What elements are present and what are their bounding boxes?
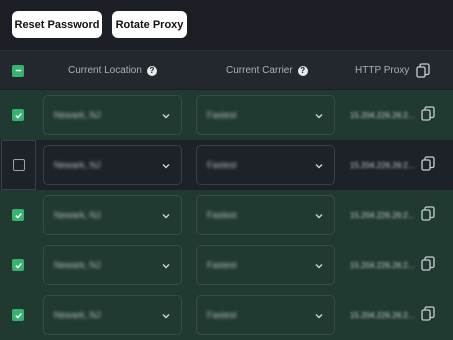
proxy-value: 15.204.226.26:2...: [350, 310, 415, 320]
chevron-down-icon: [162, 164, 170, 169]
rotate-proxy-button[interactable]: Rotate Proxy: [112, 11, 187, 38]
chevron-down-icon: [315, 264, 323, 269]
carrier-dropdown[interactable]: Fastest: [196, 95, 335, 135]
location-dropdown[interactable]: Newark, NJ: [43, 245, 182, 285]
carrier-value: Fastest: [207, 210, 237, 220]
question-icon[interactable]: ?: [297, 65, 308, 76]
chevron-down-icon: [315, 214, 323, 219]
table-row: Newark, NJ Fastest 15.204.226.26:2...: [0, 190, 453, 240]
header-location: Current Location ?: [68, 51, 157, 90]
header-proxy: HTTP Proxy: [355, 51, 409, 90]
proxy-value: 15.204.226.26:2...: [350, 160, 415, 170]
question-icon[interactable]: ?: [146, 65, 157, 76]
check-icon: [14, 212, 22, 219]
copy-icon[interactable]: [421, 156, 435, 172]
row-checkbox[interactable]: [12, 109, 24, 121]
carrier-value: Fastest: [207, 110, 237, 120]
row-checkbox[interactable]: [12, 309, 24, 321]
check-icon: [14, 312, 22, 319]
chevron-down-icon: [315, 164, 323, 169]
proxy-value: 15.204.226.26:2...: [350, 110, 415, 120]
location-dropdown[interactable]: Newark, NJ: [43, 295, 182, 335]
carrier-value: Fastest: [207, 160, 237, 170]
carrier-value: Fastest: [207, 310, 237, 320]
carrier-dropdown[interactable]: Fastest: [196, 295, 335, 335]
header-location-label: Current Location: [68, 65, 142, 76]
proxy-value: 15.204.226.26:2...: [350, 210, 415, 220]
row-checkbox[interactable]: [12, 209, 24, 221]
proxy-cell: 15.204.226.26:2...: [350, 190, 415, 240]
row-checkbox[interactable]: [12, 159, 25, 171]
row-select-cell: [0, 240, 36, 290]
minus-icon: [15, 69, 21, 72]
location-value: Newark, NJ: [54, 210, 101, 220]
table-row: Newark, NJ Fastest 15.204.226.26:2...: [0, 140, 453, 190]
location-dropdown[interactable]: Newark, NJ: [43, 195, 182, 235]
table-row: Newark, NJ Fastest 15.204.226.26:2...: [0, 290, 453, 340]
proxy-cell: 15.204.226.26:2...: [350, 90, 415, 140]
copy-icon[interactable]: [421, 206, 435, 222]
location-value: Newark, NJ: [54, 260, 101, 270]
copy-icon[interactable]: [421, 306, 435, 322]
location-dropdown[interactable]: Newark, NJ: [43, 95, 182, 135]
location-value: Newark, NJ: [54, 310, 101, 320]
table-row: Newark, NJ Fastest 15.204.226.26:2...: [0, 240, 453, 290]
proxy-value: 15.204.226.26:2...: [350, 260, 415, 270]
chevron-down-icon: [162, 114, 170, 119]
chevron-down-icon: [315, 314, 323, 319]
carrier-dropdown[interactable]: Fastest: [196, 195, 335, 235]
chevron-down-icon: [162, 314, 170, 319]
carrier-dropdown[interactable]: Fastest: [196, 145, 335, 185]
select-all-cell: [12, 51, 24, 90]
proxy-cell: 15.204.226.26:2...: [350, 290, 415, 340]
row-select-cell: [0, 90, 36, 140]
header-carrier-label: Current Carrier: [226, 65, 293, 76]
check-icon: [14, 112, 22, 119]
copy-icon[interactable]: [421, 256, 435, 272]
row-checkbox[interactable]: [12, 259, 24, 271]
location-dropdown[interactable]: Newark, NJ: [43, 145, 182, 185]
carrier-dropdown[interactable]: Fastest: [196, 245, 335, 285]
chevron-down-icon: [162, 264, 170, 269]
toolbar: Reset Password Rotate Proxy: [0, 0, 453, 50]
check-icon: [14, 262, 22, 269]
proxy-cell: 15.204.226.26:2...: [350, 240, 415, 290]
select-all-checkbox[interactable]: [12, 64, 24, 77]
chevron-down-icon: [162, 214, 170, 219]
location-value: Newark, NJ: [54, 110, 101, 120]
carrier-value: Fastest: [207, 260, 237, 270]
row-select-cell: [0, 290, 36, 340]
reset-password-button[interactable]: Reset Password: [12, 11, 102, 38]
table-row: Newark, NJ Fastest 15.204.226.26:2...: [0, 90, 453, 140]
header-proxy-label: HTTP Proxy: [355, 65, 410, 76]
location-value: Newark, NJ: [54, 160, 101, 170]
header-carrier: Current Carrier ?: [226, 51, 308, 90]
table-header: Current Location ? Current Carrier ? HTT…: [0, 50, 453, 89]
copy-icon[interactable]: [416, 63, 430, 79]
row-select-cell: [1, 140, 36, 190]
row-select-cell: [0, 190, 36, 240]
proxy-cell: 15.204.226.26:2...: [350, 140, 415, 190]
copy-icon[interactable]: [421, 106, 435, 122]
chevron-down-icon: [315, 114, 323, 119]
